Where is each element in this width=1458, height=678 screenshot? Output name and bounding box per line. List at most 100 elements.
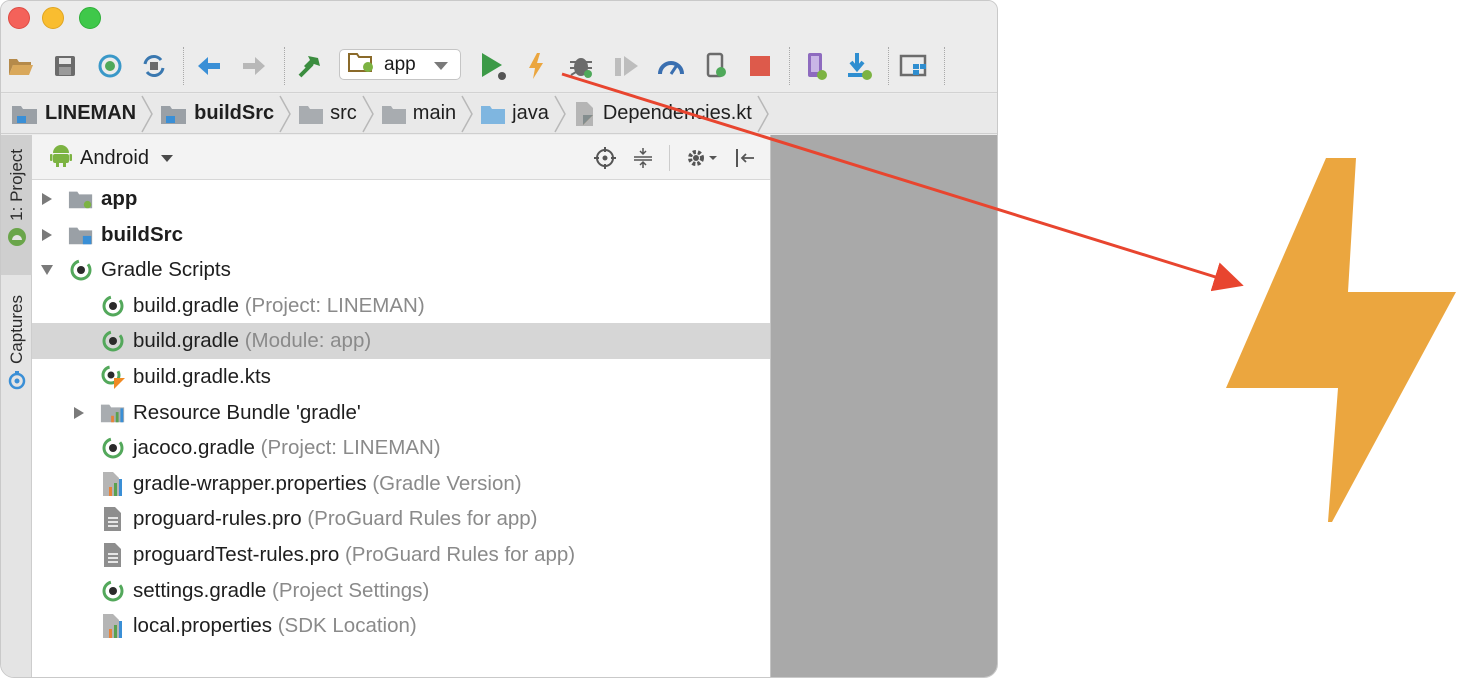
module-folder-icon: [160, 102, 188, 126]
tree-row[interactable]: buildSrc: [32, 217, 770, 253]
tree-item-name: gradle-wrapper.properties: [133, 472, 367, 495]
tree-row[interactable]: gradle-wrapper.properties (Gradle Versio…: [32, 466, 770, 502]
apply-changes-icon[interactable]: [521, 51, 551, 81]
tree-row-label: settings.gradle (Project Settings): [133, 579, 429, 603]
tree-item-name: proguard-rules.pro: [133, 507, 302, 530]
tree-row-label: gradle-wrapper.properties (Gradle Versio…: [133, 472, 522, 496]
android-module-icon: [348, 51, 376, 79]
sync-icon[interactable]: [95, 51, 125, 81]
breadcrumb-item-buildsrc[interactable]: buildSrc: [160, 94, 274, 134]
tree-row-label: Resource Bundle 'gradle': [133, 401, 361, 425]
zoom-window-button[interactable]: [79, 7, 101, 29]
tree-row[interactable]: build.gradle (Module: app): [32, 323, 770, 359]
tree-item-name: buildSrc: [101, 223, 184, 246]
tree-item-name: build.gradle: [133, 294, 239, 317]
attach-debugger-icon[interactable]: [701, 51, 731, 81]
gradle-icon: [100, 328, 126, 354]
project-view-value: Android: [80, 146, 149, 169]
android-icon: [7, 227, 27, 252]
captures-icon: [7, 370, 27, 395]
tree-row[interactable]: build.gradle (Project: LINEMAN): [32, 288, 770, 324]
profile-icon[interactable]: [656, 51, 686, 81]
tree-item-hint: (Module: app): [244, 329, 372, 352]
chevron-right-icon[interactable]: [72, 406, 86, 420]
breadcrumb-label: java: [512, 102, 549, 124]
gradle-kts-icon: [100, 364, 126, 390]
tree-item-name: jacoco.gradle: [133, 436, 255, 459]
android-icon: [50, 143, 72, 173]
avd-manager-icon[interactable]: [801, 51, 831, 81]
back-icon[interactable]: [194, 51, 224, 81]
breadcrumb-item-src[interactable]: src: [298, 94, 357, 134]
save-icon[interactable]: [50, 51, 80, 81]
tool-tab-project[interactable]: 1: Project: [1, 135, 32, 275]
make-project-icon[interactable]: [295, 51, 325, 81]
chevron-down-icon[interactable]: [40, 263, 54, 277]
tree-row[interactable]: settings.gradle (Project Settings): [32, 573, 770, 609]
coverage-icon[interactable]: [611, 51, 641, 81]
tree-item-hint: (Project: LINEMAN): [260, 436, 441, 459]
tree-row[interactable]: jacoco.gradle (Project: LINEMAN): [32, 430, 770, 466]
ide-window: app LINEMAN buildSrc src main java Depen…: [0, 0, 998, 678]
tree-item-hint: (Gradle Version): [372, 472, 522, 495]
tree-item-hint: (SDK Location): [277, 614, 417, 637]
tree-item-name: Resource Bundle 'gradle': [133, 401, 361, 424]
breadcrumb-label: LINEMAN: [45, 102, 137, 124]
project-structure-icon[interactable]: [899, 51, 929, 81]
tree-row[interactable]: build.gradle.kts: [32, 359, 770, 395]
apply-changes-icon-enlarged: [1226, 158, 1456, 522]
tree-row-label: build.gradle.kts: [133, 365, 271, 389]
tree-row[interactable]: Gradle Scripts: [32, 252, 770, 288]
tree-row[interactable]: app: [32, 181, 770, 217]
breadcrumb-item-java[interactable]: java: [480, 94, 549, 134]
text-file-icon: [100, 506, 126, 532]
breadcrumb-item-main[interactable]: main: [381, 94, 456, 134]
tree-item-name: settings.gradle: [133, 579, 267, 602]
project-folder-icon: [11, 102, 39, 126]
tree-row[interactable]: proguardTest-rules.pro (ProGuard Rules f…: [32, 537, 770, 573]
module-folder-icon: [68, 186, 94, 212]
tree-row-label: build.gradle (Project: LINEMAN): [133, 294, 425, 318]
collapse-all-icon[interactable]: [630, 145, 656, 171]
breadcrumb-item-file[interactable]: Dependencies.kt: [573, 94, 752, 134]
stop-icon[interactable]: [745, 51, 775, 81]
sync-gradle-icon[interactable]: [139, 51, 169, 81]
chevron-right-icon[interactable]: [40, 192, 54, 206]
run-icon[interactable]: [477, 51, 507, 81]
tree-row[interactable]: proguard-rules.pro (ProGuard Rules for a…: [32, 501, 770, 537]
tree-row[interactable]: local.properties (SDK Location): [32, 608, 770, 644]
tree-row[interactable]: Resource Bundle 'gradle': [32, 395, 770, 431]
tree-row-label: app: [101, 187, 137, 211]
gear-icon[interactable]: [684, 145, 720, 171]
tree-row-label: buildSrc: [101, 223, 183, 247]
run-configuration-select[interactable]: app: [339, 49, 461, 80]
minimize-window-button[interactable]: [42, 7, 64, 29]
tool-tab-captures[interactable]: Captures: [1, 295, 32, 425]
chevron-right-icon[interactable]: [40, 228, 54, 242]
close-window-button[interactable]: [8, 7, 30, 29]
run-configuration-value: app: [384, 53, 416, 75]
folder-icon: [298, 103, 324, 125]
tree-item-name: build.gradle: [133, 329, 239, 352]
project-panel-header: Android: [32, 135, 770, 180]
source-folder-icon: [480, 103, 506, 125]
hide-panel-icon[interactable]: [732, 145, 758, 171]
title-bar: [1, 1, 997, 37]
left-tool-strip: 1: Project Captures: [1, 135, 32, 677]
tree-row-label: Gradle Scripts: [101, 258, 231, 282]
debug-icon[interactable]: [566, 51, 596, 81]
breadcrumb-label: buildSrc: [194, 102, 275, 124]
tree-item-name: Gradle Scripts: [101, 258, 231, 281]
buildsrc-folder-icon: [68, 222, 94, 248]
project-tool-window: Android app buildSrc Gradle Scripts build.g…: [32, 135, 771, 677]
forward-icon[interactable]: [239, 51, 269, 81]
gradle-icon: [100, 293, 126, 319]
tree-item-name: local.properties: [133, 614, 273, 637]
open-icon[interactable]: [6, 51, 36, 81]
chevron-down-icon: [160, 154, 173, 162]
breadcrumb-item-project[interactable]: LINEMAN: [11, 94, 136, 134]
breadcrumb-label: main: [412, 102, 457, 124]
sdk-manager-icon[interactable]: [844, 51, 874, 81]
project-view-select[interactable]: Android: [50, 145, 173, 171]
locate-file-icon[interactable]: [592, 145, 618, 171]
